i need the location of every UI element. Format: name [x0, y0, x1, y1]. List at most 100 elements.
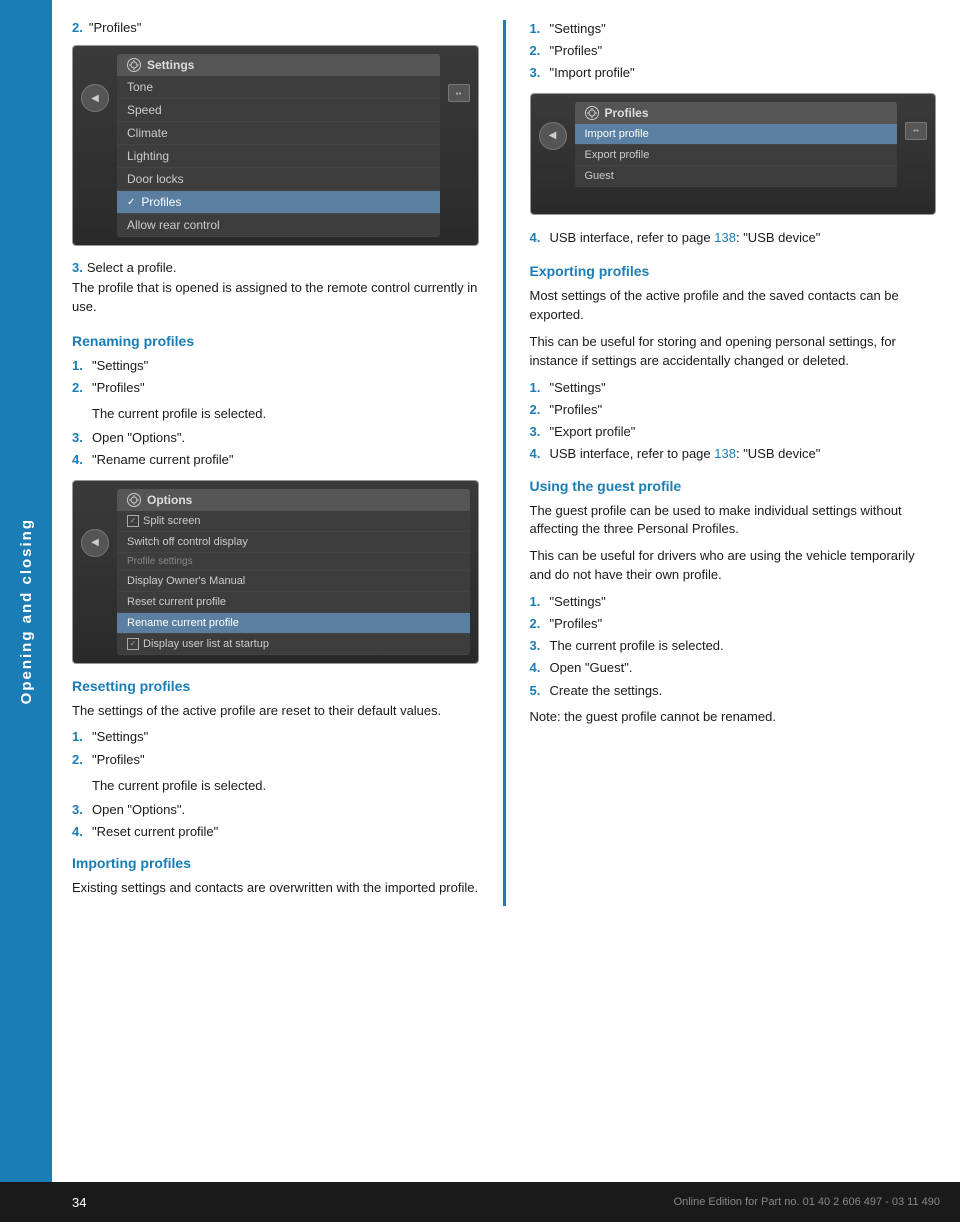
- options-displaymanual: Display Owner's Manual: [117, 571, 470, 592]
- resetting-sub: The current profile is selected.: [92, 777, 479, 795]
- splitscreen-text: Split screen: [143, 515, 200, 527]
- settings-item-allowrear: Allow rear control: [117, 214, 440, 237]
- right-column: 1. "Settings" 2. "Profiles" 3. "Import p…: [530, 20, 937, 906]
- options-resetprofile: Reset current profile: [117, 592, 470, 613]
- step-num: 2.: [530, 401, 546, 419]
- step3-num: 3.: [72, 260, 83, 275]
- profiles-guest: Guest: [575, 166, 898, 187]
- options-switchoff: Switch off control display: [117, 532, 470, 553]
- importing-heading: Importing profiles: [72, 855, 479, 871]
- userlist-text: Display user list at startup: [143, 638, 269, 650]
- settings-icon: [127, 58, 141, 72]
- step-num: 1.: [72, 357, 88, 375]
- settings-header: Settings: [117, 54, 440, 76]
- step-text: "Settings": [92, 728, 479, 746]
- guest-step2: 2. "Profiles": [530, 615, 937, 633]
- guest-list: 1. "Settings" 2. "Profiles" 3. The curre…: [530, 593, 937, 700]
- resetting-step3: 3. Open "Options".: [72, 801, 479, 819]
- exporting-step3: 3. "Export profile": [530, 423, 937, 441]
- options-screen-inner: ◀ Options: [73, 481, 478, 663]
- step-num: 3.: [72, 429, 88, 447]
- options-menu: Options ✓ Split screen Switch off contro…: [117, 489, 470, 655]
- profiles-menu: Profiles Import profile Export profile G…: [575, 102, 898, 187]
- step3: 3. Select a profile.: [72, 260, 479, 275]
- step-num: 1.: [72, 728, 88, 746]
- step-text: "Import profile": [550, 64, 937, 82]
- left-ctrl-profiles: ◀: [539, 122, 567, 150]
- renaming-sub: The current profile is selected.: [92, 405, 479, 423]
- step-num: 4.: [530, 445, 546, 463]
- importing-body: Existing settings and contacts are overw…: [72, 879, 479, 898]
- step-num: 1.: [530, 20, 546, 38]
- left-control-options: ◀: [81, 529, 109, 557]
- step2-num: 2.: [72, 20, 83, 35]
- options-screen: ◀ Options: [72, 480, 479, 664]
- exporting-heading: Exporting profiles: [530, 263, 937, 279]
- step-num: 2.: [530, 615, 546, 633]
- side-btn-profiles: ▪▪: [905, 122, 927, 140]
- guest-step3: 3. The current profile is selected.: [530, 637, 937, 655]
- profiles-header: Profiles: [575, 102, 898, 124]
- step-num: 5.: [530, 682, 546, 700]
- step-text: "Profiles": [550, 615, 937, 633]
- step-text: "Profiles": [92, 751, 479, 769]
- step-num: 4.: [72, 823, 88, 841]
- resetting-step1: 1. "Settings": [72, 728, 479, 746]
- settings-screen: ◀ Setting: [72, 45, 479, 246]
- step-text: Open "Options".: [92, 801, 479, 819]
- guest-step5: 5. Create the settings.: [530, 682, 937, 700]
- step-num: 2.: [530, 42, 546, 60]
- sidebar: Opening and closing: [0, 0, 52, 1222]
- settings-item-speed: Speed: [117, 99, 440, 122]
- step-text: Create the settings.: [550, 682, 937, 700]
- renaming-list2: 3. Open "Options". 4. "Rename current pr…: [72, 429, 479, 469]
- settings-screen-inner: ◀ Setting: [73, 46, 478, 245]
- guest-note: Note: the guest profile cannot be rename…: [530, 708, 937, 727]
- resetting-step2: 2. "Profiles": [72, 751, 479, 769]
- settings-item-tone: Tone: [117, 76, 440, 99]
- options-renameprofile: Rename current profile: [117, 613, 470, 634]
- step-num: 2.: [72, 379, 88, 397]
- profiles-icon: [585, 106, 599, 120]
- profiles-title: Profiles: [605, 106, 649, 120]
- guest-step4: 4. Open "Guest".: [530, 659, 937, 677]
- profiles-label: Profiles: [141, 195, 181, 209]
- settings-title: Settings: [147, 58, 194, 72]
- resetting-list: 1. "Settings" 2. "Profiles": [72, 728, 479, 768]
- step-text: "Settings": [550, 20, 937, 38]
- import-step4: 4. USB interface, refer to page 138: "US…: [530, 229, 937, 248]
- import-step4-text: USB interface, refer to page 138: "USB d…: [550, 229, 821, 248]
- guest-step1: 1. "Settings": [530, 593, 937, 611]
- profiles-export: Export profile: [575, 145, 898, 166]
- export-ref-link[interactable]: 138: [714, 446, 736, 461]
- import-ref-link[interactable]: 138: [714, 230, 736, 245]
- settings-item-climate: Climate: [117, 122, 440, 145]
- guest-body1: The guest profile can be used to make in…: [530, 502, 937, 540]
- ctrl-btn-profiles: ◀: [539, 122, 567, 150]
- profiles-screen: ◀ Profile: [530, 93, 937, 215]
- options-header: Options: [117, 489, 470, 511]
- sidebar-label: Opening and closing: [18, 518, 35, 704]
- footer-edition: Online Edition for Part no. 01 40 2 606 …: [674, 1196, 940, 1208]
- step2-text: "Profiles": [89, 20, 142, 35]
- guest-heading: Using the guest profile: [530, 478, 937, 494]
- profiles-import: Import profile: [575, 124, 898, 145]
- column-divider: [503, 20, 506, 906]
- right-buttons: ▪▪: [448, 84, 470, 102]
- options-title: Options: [147, 493, 192, 507]
- check-icon: ✓: [127, 197, 135, 208]
- step-text: Open "Options".: [92, 429, 479, 447]
- step-text: "Profiles": [550, 401, 937, 419]
- renaming-step2: 2. "Profiles": [72, 379, 479, 397]
- step-num: 4.: [72, 451, 88, 469]
- renaming-list: 1. "Settings" 2. "Profiles": [72, 357, 479, 397]
- exporting-body2: This can be useful for storing and openi…: [530, 333, 937, 371]
- step-num: 3.: [530, 637, 546, 655]
- left-column: 2. "Profiles" ◀: [72, 20, 479, 906]
- step-text: "Profiles": [550, 42, 937, 60]
- profiles-screen-inner: ◀ Profile: [531, 94, 936, 214]
- guest-body2: This can be useful for drivers who are u…: [530, 547, 937, 585]
- ctrl-btn-options: ◀: [81, 529, 109, 557]
- exporting-list: 1. "Settings" 2. "Profiles" 3. "Export p…: [530, 379, 937, 464]
- step-num: 1.: [530, 379, 546, 397]
